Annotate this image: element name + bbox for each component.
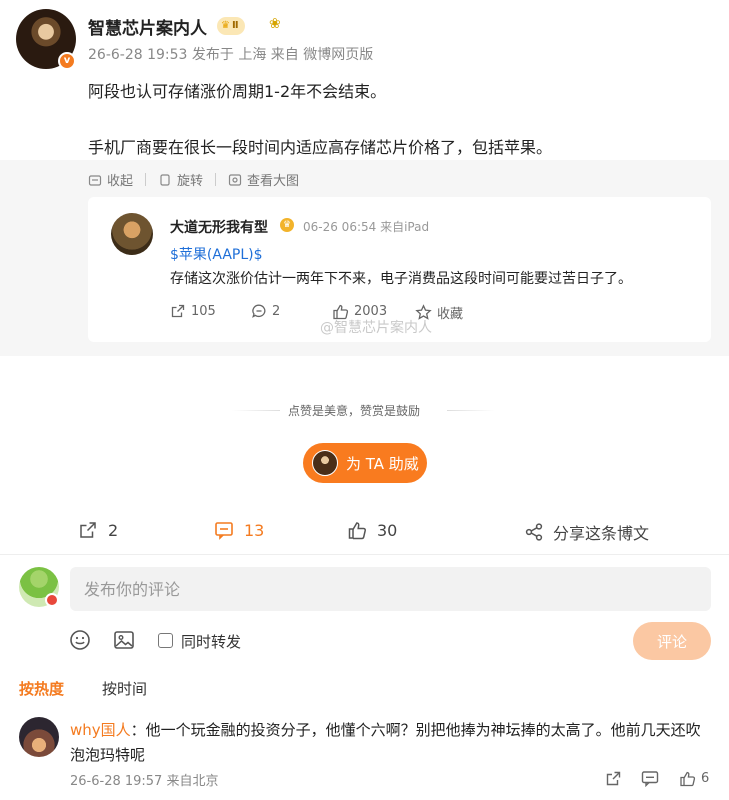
repost-button[interactable]: 2: [78, 520, 118, 540]
comment-count: 13: [244, 520, 265, 540]
like-button[interactable]: 30: [347, 520, 397, 540]
repost-icon: [171, 304, 185, 318]
collapse-button[interactable]: 收起: [88, 170, 133, 189]
toolbar-divider: [215, 173, 217, 186]
comment-input[interactable]: [70, 567, 711, 611]
comment-text: ：他一个玩金融的投资分子，他懂个六啊？别把他捧为神坛捧的太高了。他前几天还吹泡泡…: [70, 721, 701, 764]
crown-icon: ♛: [221, 20, 230, 31]
image-upload-icon[interactable]: [113, 629, 135, 651]
sort-by-hot-tab[interactable]: 按热度: [19, 678, 64, 699]
comment-icon: [252, 304, 266, 318]
collapse-icon: [88, 174, 102, 186]
section-divider: [0, 554, 729, 555]
view-large-label: 查看大图: [247, 174, 300, 189]
reward-button[interactable]: 为 TA 助威: [303, 443, 427, 483]
quoted-post-meta: 06-26 06:54 来自iPad: [303, 220, 430, 234]
stock-tag-link[interactable]: $苹果(AAPL)$: [170, 244, 263, 264]
vip-level: Ⅱ: [231, 20, 239, 31]
image-watermark: @智慧芯片案内人: [320, 320, 432, 336]
author-name[interactable]: 智慧芯片案内人: [88, 14, 207, 39]
submit-comment-button[interactable]: 评论: [633, 622, 711, 660]
repost-count: 2: [108, 520, 119, 540]
view-large-icon: [228, 173, 242, 186]
quoted-favorite-label: 收藏: [437, 307, 464, 322]
emoji-icon[interactable]: [69, 629, 91, 651]
repost-icon: [606, 771, 621, 786]
image-toolbar: 收起 旋转 查看大图: [88, 170, 299, 189]
comment-like-button[interactable]: 6: [679, 770, 709, 787]
verified-badge-icon: v: [58, 52, 76, 70]
reward-divider-right: [447, 410, 495, 411]
reward-slogan: 点赞是美意，赞赏是鼓励: [288, 404, 421, 418]
comment-button[interactable]: 13: [214, 520, 264, 540]
comment-icon: [641, 771, 659, 787]
rotate-label: 旋转: [177, 174, 204, 189]
thumbs-up-icon: [680, 771, 696, 787]
post-meta: 26-6-28 19:53 发布于 上海 来自 微博网页版: [88, 47, 374, 63]
like-count: 30: [377, 520, 398, 540]
rotate-button[interactable]: 旋转: [158, 170, 203, 189]
quoted-comment-button[interactable]: 2: [251, 303, 280, 319]
thumbs-up-icon: [348, 522, 367, 540]
share-label: 分享这条博文: [553, 524, 650, 543]
view-large-button[interactable]: 查看大图: [228, 170, 299, 189]
comment-item: why国人：他一个玩金融的投资分子，他懂个六啊？别把他捧为神坛捧的太高了。他前几…: [70, 718, 710, 768]
quoted-author-avatar[interactable]: [111, 213, 153, 255]
share-button[interactable]: 分享这条博文: [525, 520, 649, 544]
comment-meta: 26-6-28 19:57 来自北京: [70, 774, 219, 789]
comment-like-count: 6: [701, 771, 710, 786]
collapse-label: 收起: [107, 174, 134, 189]
forward-label[interactable]: 同时转发: [181, 631, 241, 652]
commenter-name[interactable]: why国人: [70, 721, 131, 739]
reward-button-label: 为 TA 助威: [346, 454, 419, 473]
reward-divider-left: [232, 410, 280, 411]
rotate-icon: [160, 173, 170, 186]
post-text-line1: 阿段也认可存储涨价周期1-2年不会结束。: [88, 82, 387, 101]
toolbar-divider: [145, 173, 147, 186]
comment-reply-button[interactable]: [641, 770, 659, 787]
sort-by-time-tab[interactable]: 按时间: [102, 678, 147, 699]
author-mini-avatar: [312, 450, 338, 476]
quoted-repost-count: 105: [191, 303, 216, 319]
comment-icon: [215, 522, 233, 540]
quoted-comment-count: 2: [272, 303, 281, 319]
fan-badge-icon[interactable]: ❀: [269, 16, 281, 32]
vip-badge[interactable]: ♛ Ⅱ: [217, 17, 245, 35]
quoted-repost-button[interactable]: 105: [170, 303, 216, 319]
quoted-author-name[interactable]: 大道无形我有型: [170, 217, 268, 237]
post-text-line2: 手机厂商要在很长一段时间内适应高存储芯片价格了，包括苹果。: [88, 138, 553, 157]
vip-crown-icon: ♛: [280, 218, 294, 232]
comment-repost-button[interactable]: [605, 770, 622, 787]
repost-icon: [80, 522, 96, 538]
commenter-avatar[interactable]: [19, 717, 59, 757]
status-dot-icon: [45, 593, 59, 607]
share-icon: [525, 523, 543, 541]
quoted-post-text: 存储这次涨价估计一两年下不来，电子消费品这段时间可能要过苦日子了。: [170, 271, 632, 287]
forward-checkbox[interactable]: [158, 633, 173, 648]
